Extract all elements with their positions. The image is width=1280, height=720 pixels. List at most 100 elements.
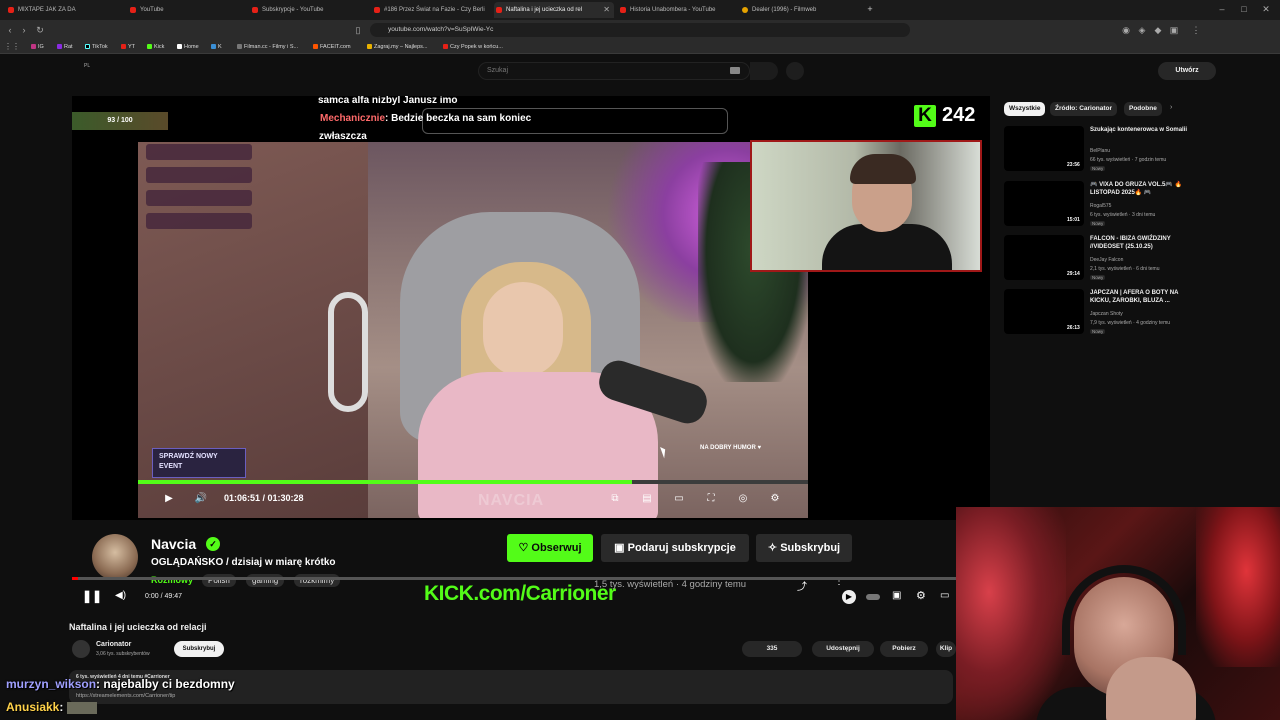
bookmark-item[interactable]: YT [120, 42, 135, 52]
menu-icon[interactable]: ⋮ [1190, 24, 1202, 36]
bookmark-item[interactable]: Kick [146, 42, 164, 52]
bookmark-icon[interactable]: ▯ [352, 24, 364, 36]
volume-icon[interactable]: 🔊 [194, 492, 208, 506]
play-icon[interactable]: ▶ [162, 492, 176, 506]
chip-all[interactable]: Wszystkie [1004, 102, 1046, 116]
bookmark-item[interactable]: Home [176, 42, 199, 52]
share-icon[interactable]: ⤴ [797, 578, 807, 593]
kick-player-controls: ▶ 🔊 01:06:51 / 01:30:28 ⧉ ▤ ▭ ⛶ ◎ ⚙ [138, 486, 808, 516]
youtube-subscribe-button[interactable]: Subskrybuj [174, 641, 224, 657]
bladeless-fan [328, 292, 368, 412]
bookmark-item[interactable]: IG [30, 42, 44, 52]
address-bar[interactable]: youtube.com/watch?v=SuSpIWie-Yc [370, 23, 910, 37]
fullscreen-icon[interactable]: ⛶ [704, 492, 718, 506]
download-button[interactable]: Pobierz [880, 641, 928, 657]
bookmark-item[interactable]: Rat [56, 42, 73, 52]
pip-icon[interactable]: ⧉ [608, 492, 622, 506]
miniplayer-icon[interactable]: ▭ [940, 590, 949, 601]
video-player[interactable]: 93 / 100 samca alfa nizbyl Janusz imo Me… [72, 96, 990, 520]
subscribe-button[interactable]: ✧ Subskrybuj [756, 534, 852, 562]
browser-tab-active[interactable]: Naftalina i jej ucieczka od rel ✕ [494, 2, 614, 18]
volume-icon[interactable]: ◀) [115, 590, 126, 601]
kick-logo-icon: K [914, 105, 936, 127]
subtitles-icon[interactable]: ▣ [892, 590, 901, 601]
create-button[interactable]: Utwórz [1158, 62, 1216, 80]
pause-icon[interactable]: ❚❚ [82, 589, 102, 603]
voice-search-icon[interactable] [786, 62, 804, 80]
back-icon[interactable]: ‹ [4, 24, 16, 36]
autoplay-toggle[interactable] [866, 594, 880, 600]
recommendation-item[interactable]: 29:14 FALCON - IBIZA GWIŹDZINY //VIDEOSE… [1004, 235, 1200, 289]
close-tab-icon[interactable]: ✕ [603, 2, 610, 18]
recommendation-title: 🎮 VIXA DO GRUZA VOL.5🎮 🔥 LISTOPAD 2025🔥 … [1090, 182, 1182, 196]
settings-icon[interactable]: ⚙ [916, 589, 926, 602]
recommendation-item[interactable]: 15:01 🎮 VIXA DO GRUZA VOL.5🎮 🔥 LISTOPAD … [1004, 181, 1200, 235]
recommendation-meta: 66 tys. wyświetleń · 7 godzin temu [1090, 157, 1167, 163]
recommendation-title: Szukając kontenerowca w Somalii [1090, 127, 1188, 133]
extension-icon[interactable]: ▣ [1168, 24, 1180, 36]
recommendation-meta: 6 tys. wyświetleń · 3 dni temu [1090, 212, 1156, 218]
headset [1062, 565, 1186, 655]
streamer-webcam-overlay [750, 140, 982, 272]
search-input[interactable]: Szukaj [478, 62, 750, 80]
gift-sub-button[interactable]: ▣ Podaruj subskrypcje [601, 534, 749, 562]
kick-channel-name[interactable]: Navcia [151, 536, 196, 552]
overlay-chat-message: Anusiakk: [6, 700, 98, 714]
search-button[interactable] [750, 62, 778, 80]
stream-goal-badge: 93 / 100 [72, 112, 168, 130]
bookmark-item[interactable]: Zagraj.my – Najleps... [366, 42, 428, 52]
youtube-progress-bar[interactable] [72, 577, 956, 580]
maximize-icon[interactable]: □ [1238, 3, 1250, 15]
event-banner: SPRAWDŹ NOWY EVENT [152, 448, 246, 478]
bookmark-item[interactable]: K [210, 42, 222, 52]
theater-icon[interactable]: ▭ [672, 492, 686, 506]
share-button[interactable]: Udostępnij [812, 641, 874, 657]
channel-avatar[interactable] [72, 640, 90, 658]
chevron-right-icon[interactable]: › [1170, 104, 1172, 111]
bookmark-item[interactable]: TikTok [84, 42, 108, 52]
settings-icon[interactable]: ⚙ [768, 492, 782, 506]
bookmark-item[interactable]: FACEIT.com [312, 42, 351, 52]
extension-icon[interactable]: ◆ [1152, 24, 1164, 36]
extension-icon[interactable]: ◉ [1120, 24, 1132, 36]
new-tab-icon[interactable]: + [864, 3, 876, 15]
youtube-favicon-icon [620, 7, 626, 13]
bookmark-item[interactable]: Filman.cc - Filmy i S... [236, 42, 298, 52]
browser-tab[interactable]: Historia Unabombera - YouTube [618, 2, 736, 18]
clip-icon[interactable]: ▤ [640, 492, 654, 506]
extension-icon[interactable]: ◈ [1136, 24, 1148, 36]
clip-button[interactable]: Klip [936, 641, 956, 657]
keyboard-icon[interactable] [730, 67, 740, 74]
recommendation-item[interactable]: 26:13 JAPCZAN | AFERA O BOTY NA KICKU, Z… [1004, 289, 1200, 343]
stream-tag[interactable]: Polish [202, 574, 236, 587]
chip-source[interactable]: Źródło: Carionator [1050, 102, 1118, 116]
kick-progress-bar[interactable] [138, 480, 808, 484]
rat-icon [57, 44, 62, 49]
minimize-icon[interactable]: – [1216, 3, 1228, 15]
close-window-icon[interactable]: ✕ [1260, 3, 1272, 15]
emote-icon [67, 701, 98, 714]
recommendation-item[interactable]: 23:56 Szukając kontenerowca w Somalii Be… [1004, 126, 1200, 180]
youtube-favicon-icon [252, 7, 258, 13]
browser-tab[interactable]: YouTube [128, 2, 246, 18]
browser-tab[interactable]: MIXTAPE JAK ZA DA [6, 2, 124, 18]
bookmark-item[interactable]: Czy Popek w końcu... [442, 42, 503, 52]
like-button[interactable]: 335 [742, 641, 802, 657]
apps-grid-icon[interactable]: ⋮⋮ [4, 41, 20, 53]
autoplay-icon[interactable]: ▶ [842, 590, 856, 604]
forward-icon[interactable]: › [18, 24, 30, 36]
follow-button[interactable]: ♡ Obserwuj [507, 534, 593, 562]
chip-related[interactable]: Podobne [1124, 102, 1162, 116]
verified-icon: ✓ [206, 537, 220, 551]
stream-tag[interactable]: gaming [246, 574, 285, 587]
speed-icon[interactable]: ◎ [736, 492, 750, 506]
reload-icon[interactable]: ↻ [34, 24, 46, 36]
browser-tab[interactable]: Dealer (1996) - Filmweb [740, 2, 858, 18]
stream-tag[interactable]: rozkmimy [294, 574, 341, 587]
channel-avatar[interactable] [92, 534, 138, 580]
viewer-count: 242 [942, 104, 976, 126]
description-link[interactable]: https://streamelements.com/Carrioner/tip [76, 693, 175, 699]
channel-name[interactable]: Carionator [96, 641, 131, 648]
browser-tab[interactable]: Subskrypcje - YouTube [250, 2, 368, 18]
browser-tab[interactable]: #186 Przez Świat na Fazie - Czy Berli [372, 2, 490, 18]
